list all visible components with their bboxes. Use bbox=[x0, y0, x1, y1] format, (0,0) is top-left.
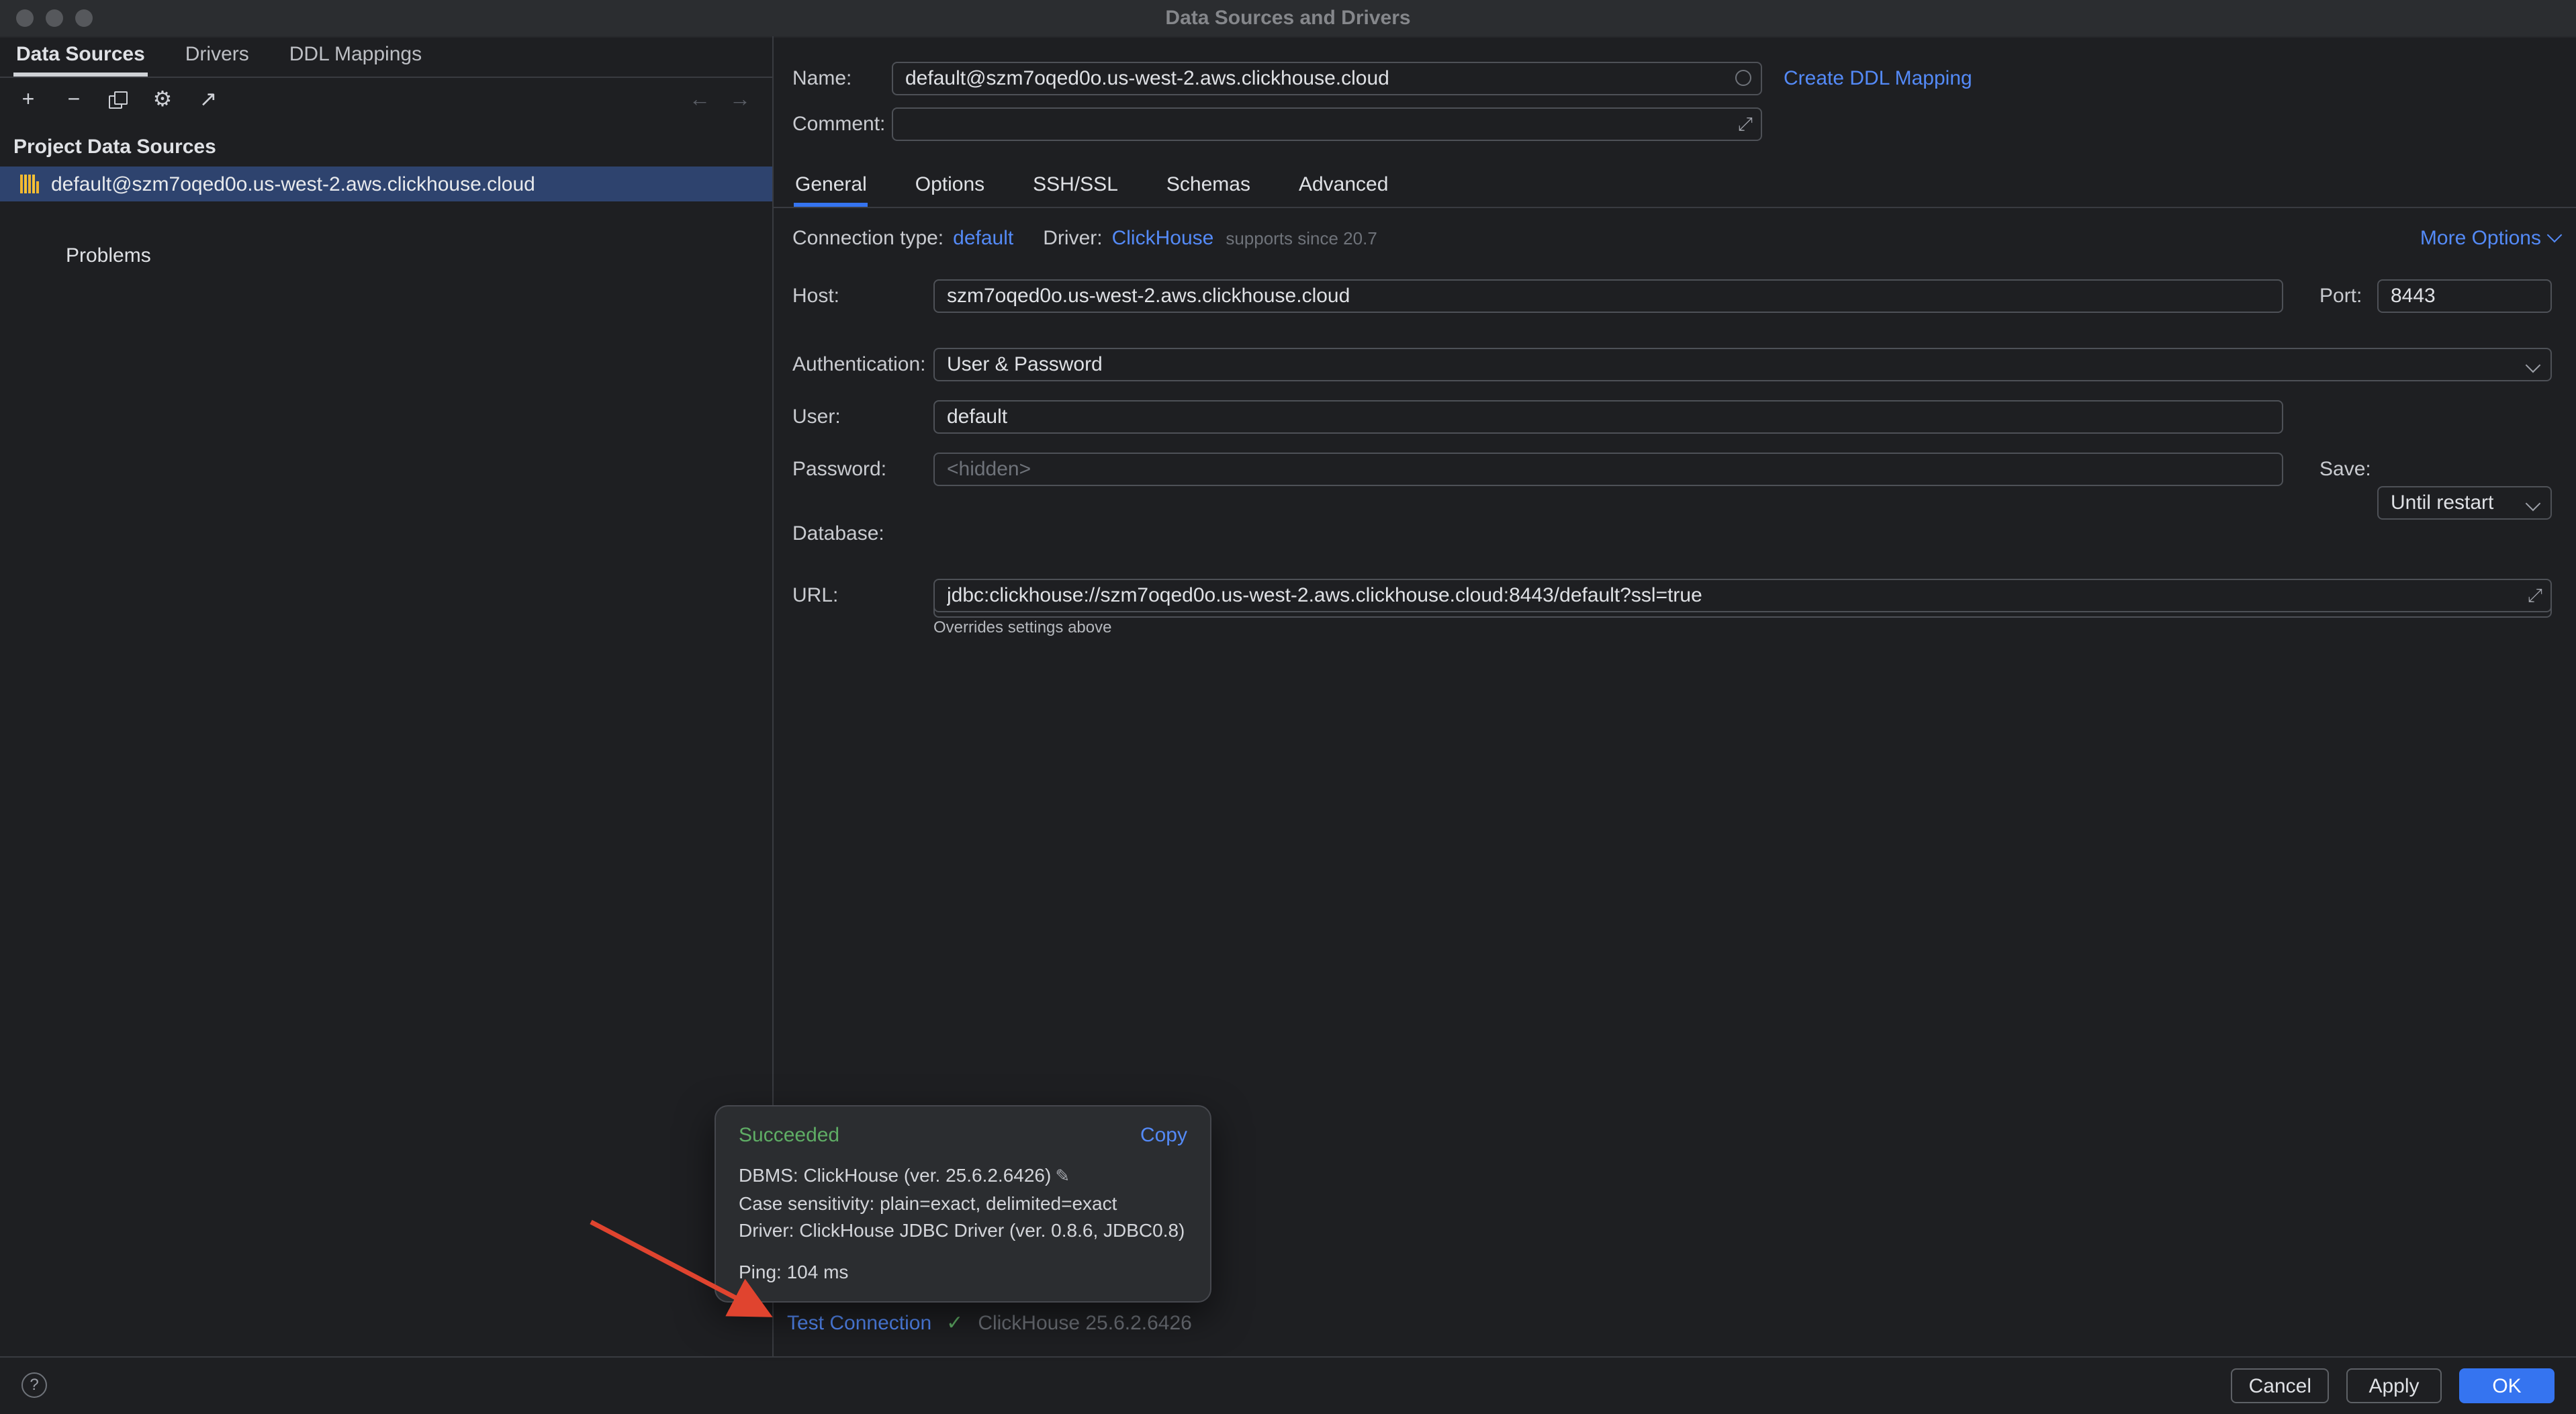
host-label: Host: bbox=[792, 279, 839, 313]
screenshot-viewport: Data Sources and Drivers Data Sources Dr… bbox=[0, 0, 2576, 1414]
name-field-wrap bbox=[892, 62, 1762, 95]
create-ddl-mapping-link[interactable]: Create DDL Mapping bbox=[1784, 62, 1972, 95]
gear-icon[interactable]: ⚙ bbox=[152, 89, 173, 111]
test-connection-link[interactable]: Test Connection bbox=[787, 1311, 931, 1334]
password-label: Password: bbox=[792, 453, 886, 486]
add-icon[interactable]: + bbox=[17, 89, 39, 111]
comment-input[interactable] bbox=[892, 107, 1762, 141]
host-field-wrap bbox=[933, 279, 2283, 313]
data-sources-dialog: Data Sources and Drivers Data Sources Dr… bbox=[0, 0, 2576, 1414]
left-panel: Data Sources Drivers DDL Mappings + − ⚙ … bbox=[0, 36, 772, 1356]
project-data-sources-heading: Project Data Sources bbox=[13, 136, 216, 158]
forward-icon[interactable]: → bbox=[729, 88, 751, 112]
data-source-row-selected[interactable]: default@szm7oqed0o.us-west-2.aws.clickho… bbox=[0, 167, 772, 201]
password-input[interactable] bbox=[933, 453, 2283, 486]
url-note: Overrides settings above bbox=[933, 618, 1111, 637]
window-title: Data Sources and Drivers bbox=[0, 0, 2576, 36]
check-icon: ✓ bbox=[946, 1311, 963, 1335]
connection-type-label: Connection type: bbox=[792, 226, 944, 249]
remove-icon[interactable]: − bbox=[63, 89, 85, 111]
popup-details: DBMS: ClickHouse (ver. 25.6.2.6426)✎ Cas… bbox=[739, 1162, 1187, 1243]
duplicate-icon[interactable] bbox=[109, 91, 128, 109]
ping-line: Ping: 104 ms bbox=[739, 1261, 1187, 1282]
copy-button[interactable]: Copy bbox=[1140, 1124, 1187, 1147]
connection-status: ClickHouse 25.6.2.6426 bbox=[978, 1311, 1192, 1334]
clickhouse-icon bbox=[19, 173, 40, 195]
name-input[interactable] bbox=[892, 62, 1762, 95]
tab-general[interactable]: General bbox=[794, 167, 868, 207]
dialog-footer: ? Cancel Apply OK bbox=[0, 1356, 2576, 1414]
authentication-label: Authentication: bbox=[792, 348, 926, 381]
user-input[interactable] bbox=[933, 400, 2283, 434]
dbms-line: DBMS: ClickHouse (ver. 25.6.2.6426)✎ bbox=[739, 1162, 1187, 1190]
driver-note: supports since 20.7 bbox=[1226, 228, 1377, 248]
save-label: Save: bbox=[2319, 453, 2371, 486]
tab-schemas[interactable]: Schemas bbox=[1165, 167, 1252, 207]
titlebar: Data Sources and Drivers bbox=[0, 0, 2576, 38]
problems-node[interactable]: Problems bbox=[66, 244, 151, 267]
save-value: Until restart bbox=[2391, 491, 2493, 514]
validation-spinner-icon bbox=[1735, 70, 1751, 86]
status-badge: Succeeded bbox=[739, 1124, 839, 1147]
history-nav: ← → bbox=[689, 78, 751, 122]
host-input[interactable] bbox=[933, 279, 2283, 313]
chevron-down-icon bbox=[2547, 228, 2563, 243]
case-sensitivity-line: Case sensitivity: plain=exact, delimited… bbox=[739, 1190, 1187, 1217]
tab-drivers[interactable]: Drivers bbox=[183, 36, 252, 77]
user-field-wrap bbox=[933, 400, 2283, 434]
annotation-arrow bbox=[561, 1186, 803, 1327]
port-field-wrap bbox=[2377, 279, 2552, 313]
help-icon[interactable]: ? bbox=[21, 1372, 47, 1398]
left-tab-bar: Data Sources Drivers DDL Mappings bbox=[0, 36, 772, 78]
more-options-label: More Options bbox=[2420, 226, 2541, 249]
data-source-name: default@szm7oqed0o.us-west-2.aws.clickho… bbox=[51, 173, 535, 195]
connection-type-value[interactable]: default bbox=[953, 226, 1013, 249]
popup-header: Succeeded Copy bbox=[739, 1124, 1187, 1147]
name-label: Name: bbox=[792, 62, 852, 95]
url-label: URL: bbox=[792, 579, 838, 612]
driver-label: Driver: bbox=[1043, 226, 1102, 249]
tab-data-sources[interactable]: Data Sources bbox=[13, 36, 148, 77]
left-toolbar: + − ⚙ ↗ bbox=[0, 78, 772, 122]
chevron-down-icon bbox=[2526, 358, 2541, 373]
more-options-button[interactable]: More Options bbox=[2420, 220, 2560, 255]
tab-advanced[interactable]: Advanced bbox=[1297, 167, 1389, 207]
comment-label: Comment: bbox=[792, 107, 885, 141]
edit-icon[interactable]: ✎ bbox=[1055, 1166, 1070, 1186]
settings-tab-bar: General Options SSH/SSL Schemas Advanced bbox=[774, 167, 2576, 208]
export-icon[interactable]: ↗ bbox=[197, 89, 219, 111]
port-label: Port: bbox=[2319, 279, 2362, 313]
expand-icon[interactable]: ⤢ bbox=[2528, 585, 2542, 606]
driver-line: Driver: ClickHouse JDBC Driver (ver. 0.8… bbox=[739, 1217, 1187, 1243]
expand-icon[interactable]: ⤢ bbox=[1738, 114, 1753, 134]
url-field-wrap: ⤢ bbox=[933, 579, 2552, 612]
tab-ssh-ssl[interactable]: SSH/SSL bbox=[1031, 167, 1119, 207]
footer-links: Test Connection ✓ ClickHouse 25.6.2.6426 bbox=[787, 1311, 1192, 1335]
cancel-button[interactable]: Cancel bbox=[2232, 1368, 2329, 1403]
tab-ddl-mappings[interactable]: DDL Mappings bbox=[287, 36, 424, 77]
authentication-value: User & Password bbox=[947, 353, 1103, 376]
footer-buttons: Cancel Apply OK bbox=[2232, 1368, 2555, 1403]
url-input[interactable] bbox=[933, 579, 2552, 612]
save-select[interactable]: Until restart bbox=[2377, 486, 2552, 520]
password-field-wrap bbox=[933, 453, 2283, 486]
back-icon[interactable]: ← bbox=[689, 88, 710, 112]
comment-field-wrap: ⤢ bbox=[892, 107, 1762, 141]
apply-button[interactable]: Apply bbox=[2346, 1368, 2442, 1403]
database-label: Database: bbox=[792, 517, 884, 551]
chevron-down-icon bbox=[2526, 496, 2541, 512]
connection-type-row: Connection type: default Driver: ClickHo… bbox=[774, 220, 2576, 255]
tab-options[interactable]: Options bbox=[914, 167, 986, 207]
authentication-select[interactable]: User & Password bbox=[933, 348, 2552, 381]
ok-button[interactable]: OK bbox=[2459, 1368, 2555, 1403]
driver-value[interactable]: ClickHouse bbox=[1112, 226, 1214, 249]
port-input[interactable] bbox=[2377, 279, 2552, 313]
user-label: User: bbox=[792, 400, 841, 434]
